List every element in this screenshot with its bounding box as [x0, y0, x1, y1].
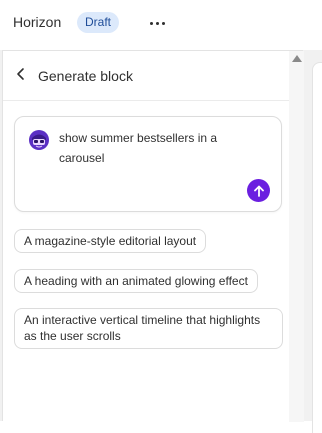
prompt-text[interactable]: show summer bestsellers in a carousel: [59, 128, 244, 168]
panel-header: Generate block: [3, 51, 291, 101]
top-bar: Horizon Draft: [0, 0, 322, 46]
scroll-up-arrow-icon[interactable]: [292, 55, 302, 62]
more-horizontal-icon[interactable]: [146, 13, 168, 33]
suggestion-chip[interactable]: A magazine-style editorial layout: [14, 229, 207, 253]
generate-block-panel: Generate block show summer bestsellers i…: [2, 50, 304, 422]
send-button[interactable]: [247, 179, 270, 202]
scrollbar[interactable]: [289, 51, 304, 422]
panel-title: Generate block: [38, 68, 133, 84]
preview-canvas: [312, 62, 322, 433]
ai-avatar-icon: [28, 129, 50, 151]
app-name: Horizon: [13, 14, 62, 30]
prompt-box[interactable]: show summer bestsellers in a carousel: [14, 116, 282, 212]
status-badge: Draft: [77, 12, 120, 33]
arrow-up-icon: [253, 185, 264, 197]
editor-area: Generate block show summer bestsellers i…: [0, 50, 322, 433]
chevron-left-icon[interactable]: [13, 66, 29, 82]
suggestion-chip[interactable]: A heading with an animated glowing effec…: [14, 269, 258, 293]
suggestion-chip[interactable]: An interactive vertical timeline that hi…: [14, 308, 283, 349]
